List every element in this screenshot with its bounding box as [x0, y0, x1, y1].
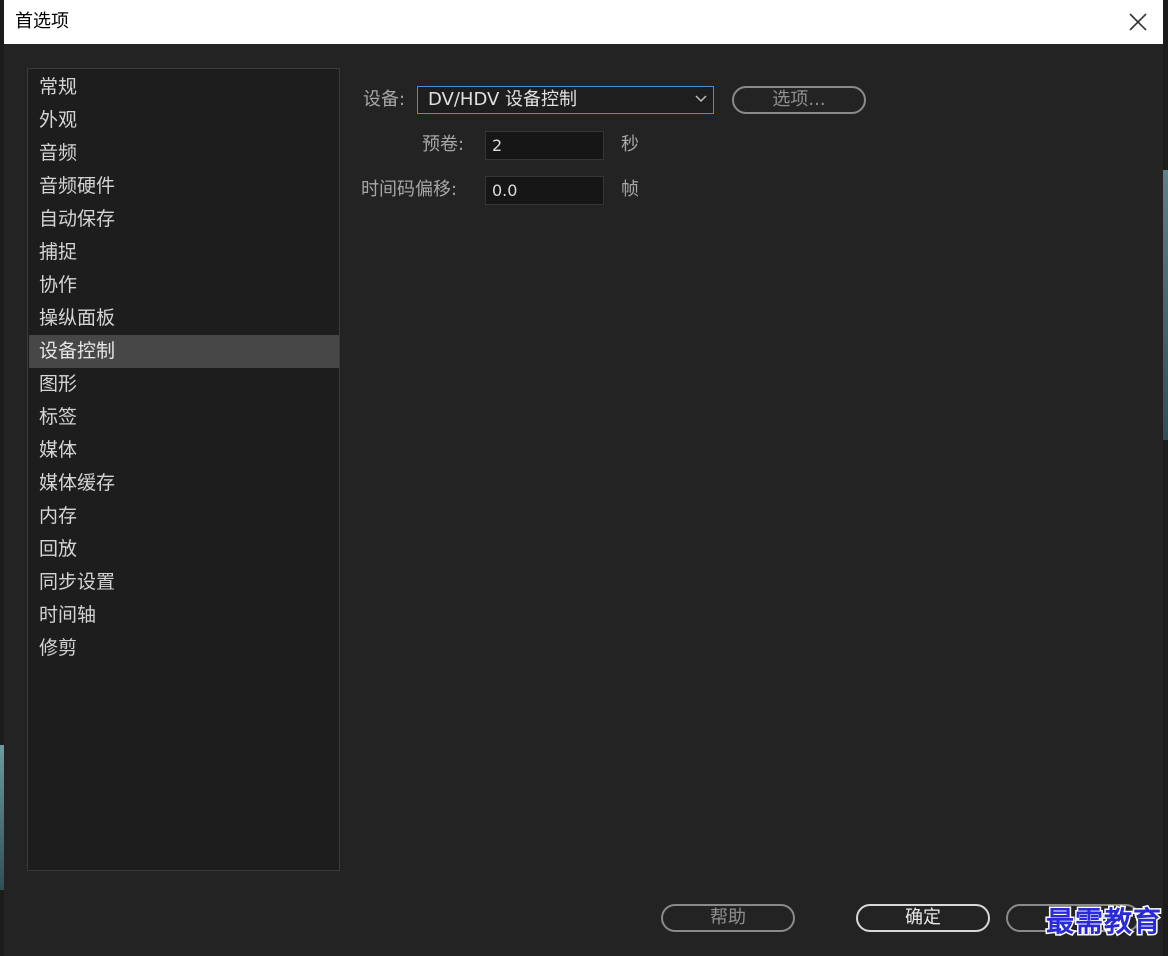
sidebar-item[interactable]: 时间轴: [29, 599, 339, 632]
sidebar-item[interactable]: 设备控制: [29, 335, 339, 368]
preferences-dialog: 首选项 常规 外观 音频 音频硬件 自动保存 捕捉 协作 操纵面板 设备控制 图形 标签 媒体 媒体缓存…: [4, 0, 1163, 956]
device-label: 设备:: [363, 89, 406, 110]
sidebar-item[interactable]: 操纵面板: [29, 302, 339, 335]
sidebar-item[interactable]: 内存: [29, 500, 339, 533]
close-icon: [1129, 13, 1147, 31]
sidebar-item[interactable]: 捕捉: [29, 236, 339, 269]
timecode-offset-label: 时间码偏移:: [361, 179, 458, 200]
watermark-logo: 最需教育: [1044, 904, 1162, 940]
chevron-down-icon: [695, 95, 707, 103]
sidebar-item[interactable]: 图形: [29, 368, 339, 401]
device-select-value: DV/HDV 设备控制: [428, 89, 578, 110]
device-control-panel: 设备: DV/HDV 设备控制 选项... 预卷: 秒 时间码偏移: 帧: [344, 68, 1154, 871]
sidebar-item[interactable]: 自动保存: [29, 203, 339, 236]
device-select[interactable]: DV/HDV 设备控制: [417, 86, 714, 114]
sidebar-item[interactable]: 修剪: [29, 632, 339, 665]
category-sidebar: 常规 外观 音频 音频硬件 自动保存 捕捉 协作 操纵面板 设备控制 图形 标签 媒体 媒体缓存 内存 回放…: [27, 68, 340, 871]
timecode-offset-unit: 帧: [621, 179, 639, 200]
ok-button[interactable]: 确定: [856, 904, 990, 932]
preroll-input[interactable]: [485, 131, 604, 160]
sidebar-item[interactable]: 外观: [29, 104, 339, 137]
help-button[interactable]: 帮助: [661, 904, 795, 932]
dialog-title: 首选项: [15, 11, 69, 32]
sidebar-item[interactable]: 回放: [29, 533, 339, 566]
options-button[interactable]: 选项...: [732, 86, 866, 114]
sidebar-item[interactable]: 音频硬件: [29, 170, 339, 203]
sidebar-item[interactable]: 协作: [29, 269, 339, 302]
sidebar-item[interactable]: 标签: [29, 401, 339, 434]
preroll-unit: 秒: [621, 134, 639, 155]
sidebar-item[interactable]: 媒体缓存: [29, 467, 339, 500]
sidebar-item[interactable]: 音频: [29, 137, 339, 170]
preroll-label: 预卷:: [422, 134, 465, 155]
sidebar-item[interactable]: 媒体: [29, 434, 339, 467]
sidebar-item[interactable]: 常规: [29, 71, 339, 104]
sidebar-item[interactable]: 同步设置: [29, 566, 339, 599]
title-bar: 首选项: [4, 0, 1163, 44]
timecode-offset-input[interactable]: [485, 176, 604, 205]
close-button[interactable]: [1125, 9, 1151, 35]
category-list: 常规 外观 音频 音频硬件 自动保存 捕捉 协作 操纵面板 设备控制 图形 标签 媒体 媒体缓存 内存 回放…: [29, 71, 339, 665]
